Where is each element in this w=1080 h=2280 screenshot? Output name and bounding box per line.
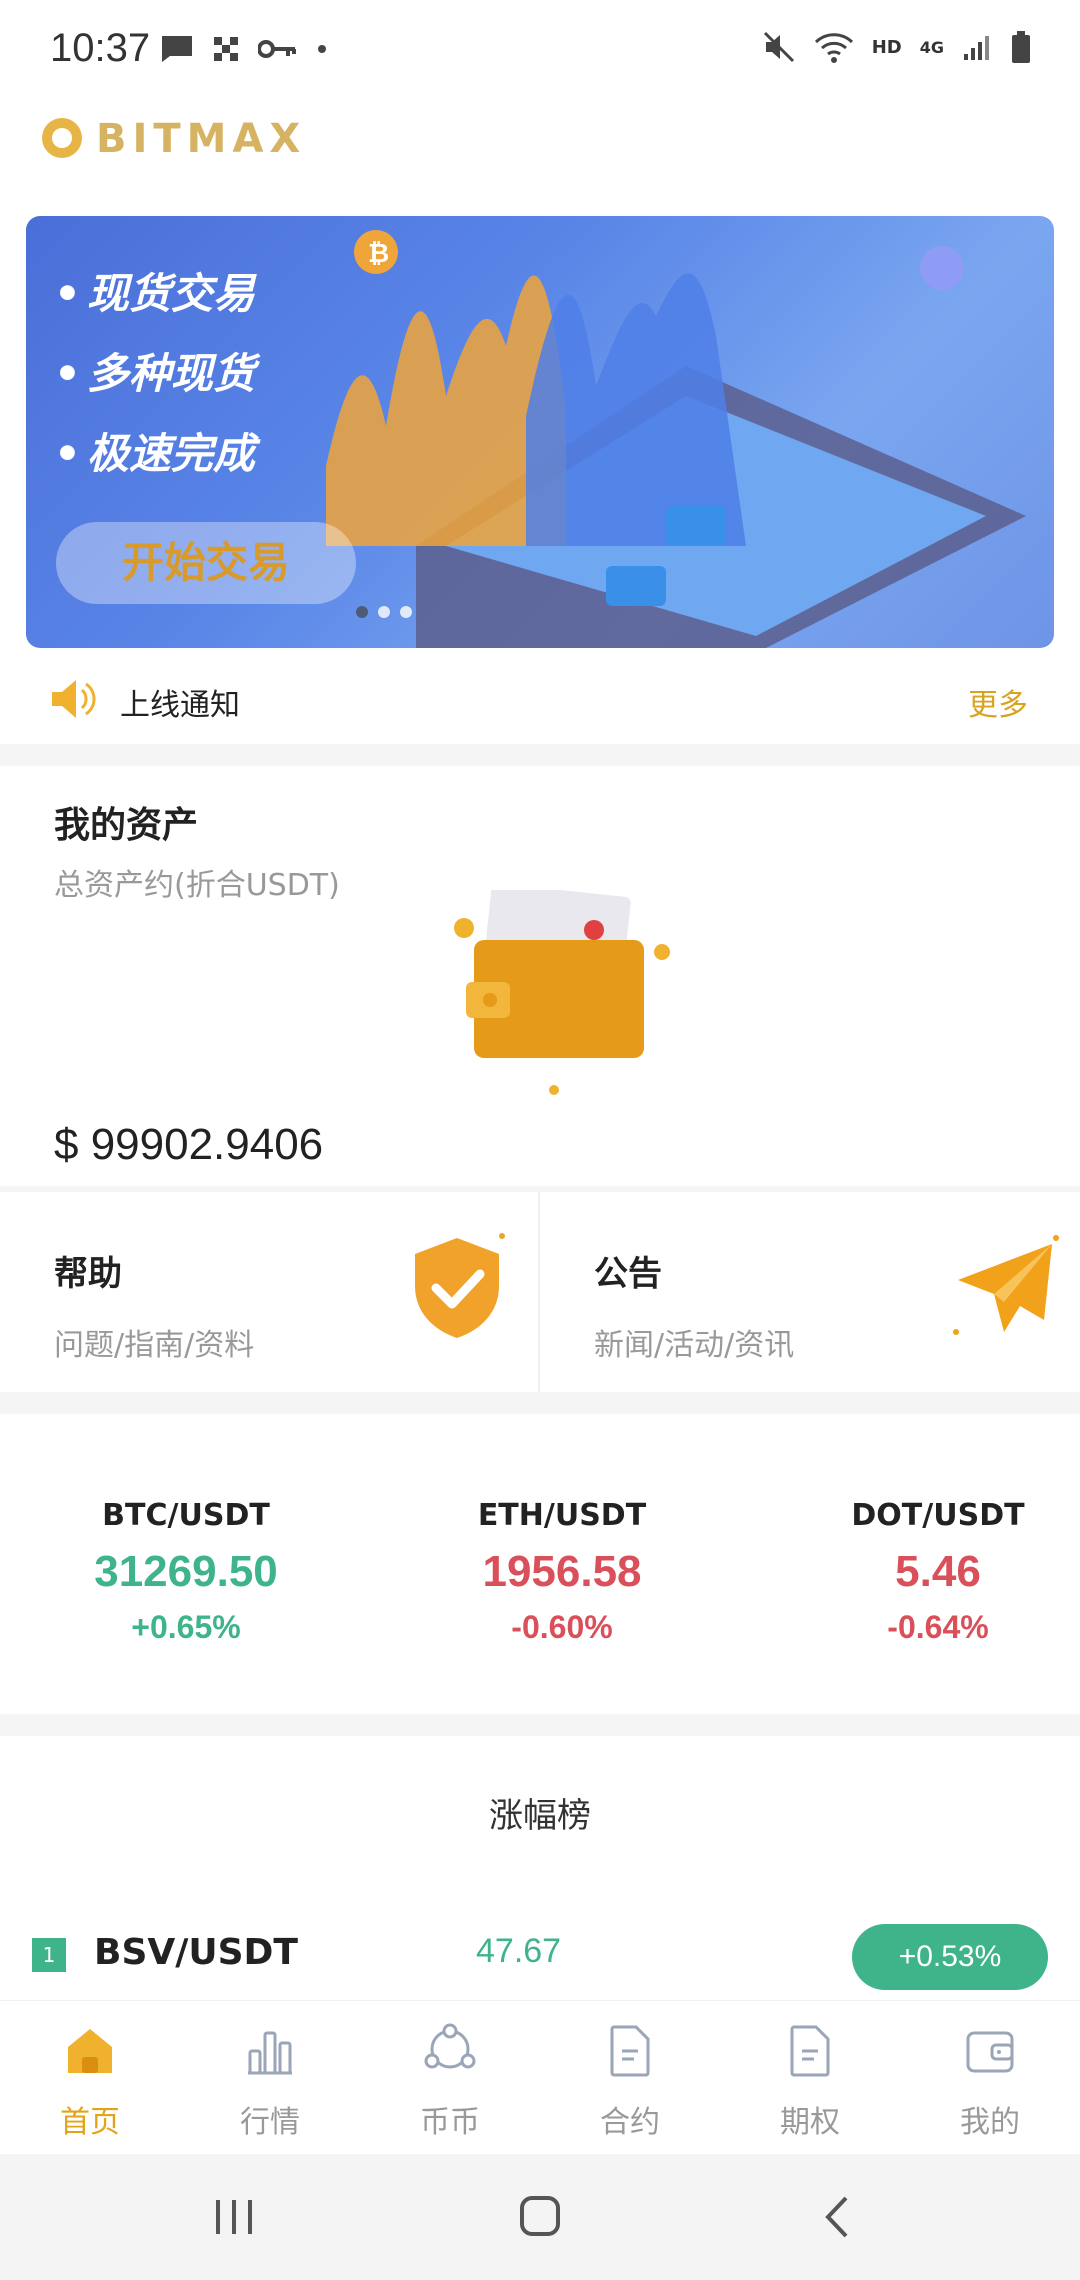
mute-icon xyxy=(763,31,794,63)
logo-mark: BITMAX xyxy=(42,116,306,162)
nav-label: 行情 xyxy=(240,2105,300,2140)
shield-check-icon xyxy=(415,1233,505,1338)
wallet-icon xyxy=(454,890,670,1095)
ticker-change: +0.65% xyxy=(131,1609,241,1645)
wallet-icon xyxy=(966,2031,1014,2073)
pagination-dot[interactable] xyxy=(356,606,368,618)
rank-pair: BSV/USDT xyxy=(94,1932,298,1973)
help-subtitle: 问题/指南/资料 xyxy=(54,1328,255,1363)
ticker-strip: BTC/USDT 31269.50 +0.65% ETH/USDT 1956.5… xyxy=(0,1480,1080,1710)
nav-home[interactable]: 首页 xyxy=(0,2001,180,2155)
banner-line: 极速完成 xyxy=(54,420,255,478)
assets-title: 我的资产 xyxy=(54,805,199,846)
announcement-title: 公告 xyxy=(594,1254,662,1294)
banner-feature-list: 现货交易 多种现货 极速完成 xyxy=(54,260,255,500)
ticker-pair: DOT/USDT xyxy=(851,1498,1025,1533)
start-trading-button[interactable]: 开始交易 xyxy=(56,522,356,604)
home-icon xyxy=(68,2029,112,2073)
section-divider xyxy=(0,744,1080,766)
ticker-pair: BTC/USDT xyxy=(102,1498,270,1533)
ticker-change: -0.64% xyxy=(887,1609,989,1645)
nav-profile[interactable]: 我的 xyxy=(900,2001,1080,2155)
scan-icon xyxy=(214,37,238,61)
nav-spot[interactable]: 币币 xyxy=(360,2001,540,2155)
signal-icon xyxy=(964,36,989,60)
speaker-icon xyxy=(52,680,96,718)
nav-label: 首页 xyxy=(60,2105,120,2140)
bottom-nav: 首页 行情 币币 合约 期权 我的 xyxy=(0,2000,1080,2154)
status-icons-right: HD 4G xyxy=(762,30,1032,64)
status-bar: 10:37 HD 4G xyxy=(0,0,1080,100)
notice-bar[interactable]: 上线通知 更多 xyxy=(0,660,1080,740)
home-button-icon[interactable] xyxy=(510,2192,570,2242)
svg-text:₿: ₿ xyxy=(368,239,389,269)
promo-banner[interactable]: ₿ 现货交易 多种现货 极速完成 开始交易 xyxy=(26,216,1054,648)
help-card[interactable]: 帮助 问题/指南/资料 xyxy=(0,1192,540,1392)
ticker-price: 5.46 xyxy=(895,1547,981,1596)
notice-text: 上线通知 xyxy=(120,688,240,723)
nav-label: 期权 xyxy=(780,2105,840,2140)
banner-illustration: ₿ xyxy=(326,230,1026,648)
paper-plane-icon xyxy=(953,1235,1059,1335)
notice-more-link[interactable]: 更多 xyxy=(968,680,1028,724)
banner-pagination xyxy=(356,606,412,618)
nav-market[interactable]: 行情 xyxy=(180,2001,360,2155)
back-icon[interactable] xyxy=(808,2192,868,2242)
gainer-row[interactable]: 1 BSV/USDT 47.67 +0.53% xyxy=(0,1912,1080,2012)
pagination-dot[interactable] xyxy=(378,606,390,618)
nav-label: 币币 xyxy=(420,2105,480,2140)
ticker-btc[interactable]: BTC/USDT 31269.50 +0.65% xyxy=(6,1480,366,1646)
announcement-subtitle: 新闻/活动/资讯 xyxy=(594,1328,795,1363)
announcement-card[interactable]: 公告 新闻/活动/资讯 xyxy=(540,1192,1080,1392)
exchange-icon xyxy=(424,2023,476,2069)
nav-options[interactable]: 期权 xyxy=(720,2001,900,2155)
ticker-eth[interactable]: ETH/USDT 1956.58 -0.60% xyxy=(382,1480,742,1646)
battery-icon xyxy=(1012,31,1030,63)
ticker-change: -0.60% xyxy=(511,1609,613,1645)
status-time: 10:37 xyxy=(50,26,151,70)
ticker-pair: ETH/USDT xyxy=(477,1498,647,1533)
status-icons-left xyxy=(160,34,328,64)
rank-price: 47.67 xyxy=(476,1932,562,1970)
nav-contract[interactable]: 合约 xyxy=(540,2001,720,2155)
brand-logo[interactable]: BITMAX xyxy=(36,108,336,168)
nav-label: 我的 xyxy=(960,2105,1020,2140)
assets-subtitle: 总资产约(折合USDT) xyxy=(54,868,340,903)
wifi-icon xyxy=(814,33,853,63)
options-icon xyxy=(790,2025,830,2077)
assets-value: $ 99902.9406 xyxy=(54,1120,324,1169)
rank-badge: 1 xyxy=(32,1938,66,1972)
document-icon xyxy=(610,2025,650,2077)
section-divider xyxy=(0,1714,1080,1736)
dot-icon xyxy=(318,45,326,53)
section-divider xyxy=(0,1392,1080,1414)
message-icon xyxy=(162,36,192,62)
help-title: 帮助 xyxy=(54,1254,122,1294)
pagination-dot[interactable] xyxy=(400,606,412,618)
banner-line: 现货交易 xyxy=(54,260,255,318)
ticker-price: 1956.58 xyxy=(482,1547,642,1596)
key-icon xyxy=(258,40,296,58)
banner-line: 多种现货 xyxy=(54,340,255,398)
svg-text:BITMAX: BITMAX xyxy=(96,116,306,162)
system-nav-bar xyxy=(0,2154,1080,2280)
ticker-dot[interactable]: DOT/USDT 5.46 -0.64% xyxy=(758,1480,1080,1646)
rank-change-pill[interactable]: +0.53% xyxy=(852,1924,1048,1990)
recent-apps-icon[interactable] xyxy=(204,2192,264,2242)
gainers-title: 涨幅榜 xyxy=(489,1796,591,1836)
hd-label: HD xyxy=(871,36,902,58)
ticker-price: 31269.50 xyxy=(94,1547,278,1596)
chart-icon xyxy=(248,2031,292,2075)
nav-label: 合约 xyxy=(600,2105,660,2140)
4g-label: 4G xyxy=(919,37,944,57)
